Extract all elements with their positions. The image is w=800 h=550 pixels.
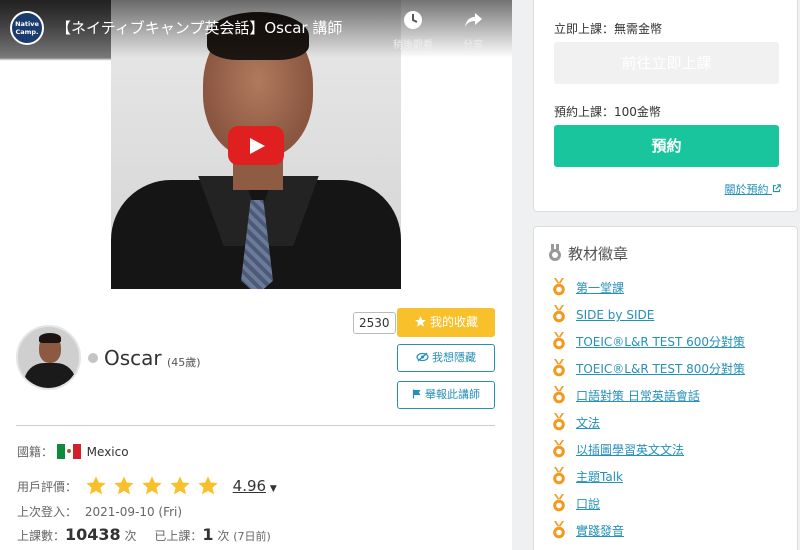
instant-lesson-button[interactable]: 前往立即上課: [554, 42, 779, 84]
share-arrow-icon: [465, 13, 482, 27]
youtube-logo[interactable]: YouTube: [408, 254, 512, 289]
medal-icon: [553, 278, 565, 296]
badge-item[interactable]: TOEIC®L&R TEST 600分對策: [552, 332, 745, 350]
badges-title: 教材徽章: [548, 243, 628, 264]
rating-star-icon: [142, 476, 162, 495]
star-icon: [415, 316, 426, 327]
lesson-count: 10438: [65, 525, 121, 544]
nationality-row: 國籍： Mexico: [17, 444, 129, 459]
medal-icon: [553, 467, 565, 485]
favorite-count: 2530: [353, 312, 396, 334]
badge-item[interactable]: 口語對策 日常英語會話: [552, 386, 700, 404]
medal-icon: [553, 413, 565, 431]
taken-count: 1: [202, 525, 214, 544]
youtube-play-icon: [408, 257, 434, 275]
badge-item[interactable]: TOEIC®L&R TEST 800分對策: [552, 359, 745, 377]
booking-card: 立即上課：無需金幣 前往立即上課 預約上課：100金幣 預約 關於預約: [533, 0, 798, 212]
rating-star-icon: [114, 476, 134, 495]
divider: [16, 425, 495, 426]
online-status-dot: [88, 353, 98, 363]
teacher-avatar: [16, 325, 81, 390]
reserve-button[interactable]: 預約: [554, 125, 779, 167]
medal-icon: [553, 305, 565, 323]
caret-down-icon: ▼: [269, 484, 277, 494]
flag-icon: [412, 389, 421, 399]
badge-item[interactable]: 第一堂課: [552, 278, 624, 296]
favorite-button[interactable]: 我的收藏: [397, 308, 495, 337]
rating-stars: [85, 475, 225, 499]
rating-star-icon: [170, 476, 190, 495]
badge-item[interactable]: 以插圖學習英文文法: [552, 440, 684, 458]
rating-row: 用戶評價： 4.96 ▼: [17, 475, 277, 499]
play-button[interactable]: [228, 126, 284, 165]
badge-item[interactable]: 口說: [552, 494, 600, 512]
badge-icon: [549, 244, 561, 261]
about-reservation-link[interactable]: 關於預約: [725, 181, 782, 197]
clock-icon: [404, 11, 422, 29]
medal-icon: [553, 440, 565, 458]
medal-icon: [553, 332, 565, 350]
watch-later-button[interactable]: 稍後觀看: [388, 10, 438, 51]
rating-star-icon: [86, 476, 106, 495]
share-button[interactable]: 分享: [448, 10, 498, 51]
instant-lesson-label: 立即上課：無需金幣: [554, 22, 663, 36]
teacher-panel: Native Camp. 【ネイティブキャンプ英会話】Oscar 講師 稍後觀看…: [0, 0, 512, 550]
video-title[interactable]: 【ネイティブキャンプ英会話】Oscar 講師: [56, 17, 342, 38]
material-badges-card: 教材徽章 第一堂課 SIDE by SIDE TOEIC®L&R TEST 600分…: [533, 226, 798, 550]
rating-dropdown[interactable]: 4.96 ▼: [229, 477, 277, 495]
mexico-flag-icon: [56, 444, 81, 459]
channel-logo[interactable]: Native Camp.: [10, 11, 44, 45]
hide-teacher-button[interactable]: 我想隱藏: [397, 344, 495, 372]
medal-icon: [553, 521, 565, 539]
badge-item[interactable]: 文法: [552, 413, 600, 431]
eye-slash-icon: [416, 352, 429, 362]
badge-item[interactable]: 主題Talk: [552, 467, 623, 485]
rating-value: 4.96: [232, 477, 267, 495]
rating-star-icon: [198, 476, 218, 495]
external-link-icon: [772, 184, 781, 193]
last-login-row: 上次登入： 2021-09-10 (Fri): [17, 505, 183, 519]
medal-icon: [553, 494, 565, 512]
teacher-age: (45歲): [167, 356, 201, 369]
medal-icon: [553, 359, 565, 377]
badge-item[interactable]: 實踐發音: [552, 521, 624, 539]
lesson-stats-row: 上課數：10438 次 已上課：1 次 (7日前): [17, 525, 271, 544]
report-teacher-button[interactable]: 舉報此講師: [397, 381, 495, 409]
teacher-name: Oscar: [104, 346, 162, 370]
intro-video-player[interactable]: Native Camp. 【ネイティブキャンプ英会話】Oscar 講師 稍後觀看…: [0, 0, 512, 289]
medal-icon: [553, 386, 565, 404]
badge-item[interactable]: SIDE by SIDE: [552, 305, 654, 323]
reserve-lesson-label: 預約上課：100金幣: [554, 105, 661, 119]
